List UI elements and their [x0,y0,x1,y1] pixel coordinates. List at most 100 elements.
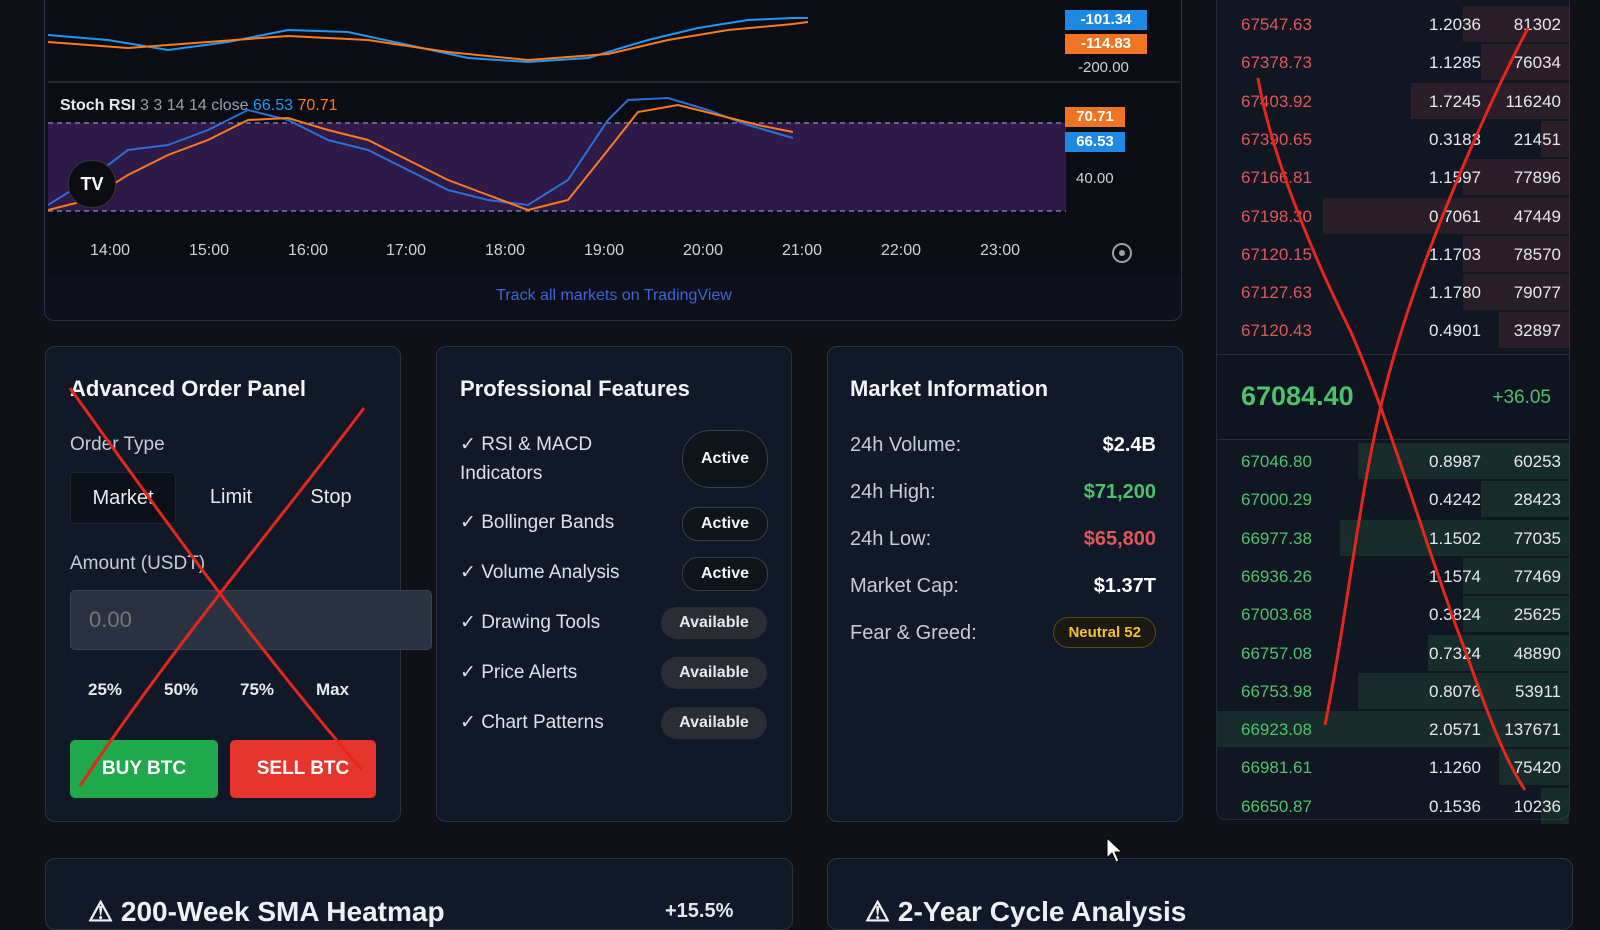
total-cell: 76034 [1513,53,1561,73]
amount-cell: 0.4901 [1429,321,1481,341]
bid-row[interactable]: 66977.38 1.1502 77035 [1217,519,1569,556]
amount-cell: 0.3183 [1429,129,1481,149]
total-cell: 77035 [1513,528,1561,548]
macd-tag-blue: -101.34 [1065,10,1147,30]
feature-chart-patterns: ✓ Chart Patterns [460,712,604,733]
price-cell: 67003.68 [1241,605,1312,625]
sell-btc-button[interactable]: SELL BTC [230,740,376,798]
chart-settings-gear-icon[interactable] [1112,243,1132,263]
order-panel-title: Advanced Order Panel [70,376,306,401]
chart-plot-area[interactable] [48,0,1180,275]
feature-volume: ✓ Volume Analysis [460,562,620,583]
price-cell: 67390.65 [1241,129,1312,149]
time-label: 21:00 [782,242,823,259]
amount-cell: 2.0571 [1429,720,1481,740]
tradingview-logo-icon[interactable]: TV [68,160,116,208]
price-cell: 66981.61 [1241,758,1312,778]
total-cell: 78570 [1513,244,1561,264]
feature-rsi-macd: ✓ RSI & MACD [460,434,593,455]
bid-row[interactable]: 67046.80 0.8987 60253 [1217,443,1569,479]
amount-cell: 1.1502 [1429,528,1481,548]
ask-row[interactable]: 67198.30 0.7061 47449 [1217,197,1569,234]
stoch-band-zone [48,123,1066,211]
order-type-limit-tab[interactable]: Limit [181,472,281,522]
time-label: 18:00 [485,242,526,259]
total-cell: 32897 [1513,321,1561,341]
stoch-tag-blue: 66.53 [1065,132,1125,152]
feature-rsi-macd-status-badge: Active [682,430,768,488]
bid-row[interactable]: 66753.98 0.8076 53911 [1217,672,1569,709]
time-label: 14:00 [90,242,131,259]
total-cell: 116240 [1505,91,1561,111]
feature-alerts-status-badge: Available [661,657,767,689]
market-info-value: $71,200 [1083,481,1156,503]
price-cell: 67120.15 [1241,244,1312,264]
amount-cell: 0.7061 [1429,206,1481,226]
ask-row[interactable]: 67127.63 1.1780 79077 [1217,274,1569,311]
market-info-key: 24h Low: [850,528,932,550]
bid-row[interactable]: 66936.26 1.1574 77469 [1217,557,1569,594]
ask-row[interactable]: 67120.15 1.1703 78570 [1217,235,1569,272]
bid-row[interactable]: 66650.87 0.1536 10236 [1217,787,1569,824]
total-cell: 53911 [1514,681,1561,701]
mouse-cursor-icon [1106,836,1124,863]
percent-50-button[interactable]: 50% [164,680,198,700]
ask-row[interactable]: 67166.81 1.1597 77896 [1217,159,1569,196]
ask-row[interactable]: 67390.65 0.3183 21451 [1217,120,1569,157]
bid-row[interactable]: 67003.68 0.3824 25625 [1217,596,1569,633]
amount-input[interactable] [70,590,432,650]
bid-row[interactable]: 66923.08 2.0571 137671 [1217,711,1569,748]
market-info-low-row: 24h Low: $65,800 [850,528,1156,551]
feature-patterns-status-badge: Available [661,707,767,739]
price-cell: 67000.29 [1241,490,1312,510]
feature-drawing-tools: ✓ Drawing Tools [460,612,601,633]
bid-row[interactable]: 66981.61 1.1260 75420 [1217,749,1569,786]
price-cell: 66923.08 [1241,720,1312,740]
feature-drawing-status-badge: Available [661,607,767,639]
mid-price: 67084.40 [1241,381,1354,411]
ask-row[interactable]: 67547.63 1.2036 81302 [1217,6,1569,42]
percent-75-button[interactable]: 75% [240,680,274,700]
tradingview-link[interactable]: Track all markets on TradingView [0,287,1228,305]
time-label: 19:00 [584,242,625,259]
amount-cell: 1.1574 [1429,566,1481,586]
total-cell: 77896 [1513,168,1561,188]
amount-cell: 0.8987 [1429,452,1481,471]
feature-rsi-macd-line2: Indicators [460,463,543,484]
amount-cell: 1.1597 [1429,168,1481,188]
total-cell: 25625 [1513,605,1561,625]
time-label: 15:00 [189,242,230,259]
amount-label: Amount (USDT) [70,553,206,574]
cycle-analysis-title: ⚠ 2-Year Cycle Analysis [865,896,1187,927]
macd-tag-orange: -114.83 [1065,34,1147,54]
percent-25-button[interactable]: 25% [88,680,122,700]
market-info-title: Market Information [850,376,1049,401]
price-cell: 67166.81 [1241,168,1312,188]
indicator-svg [48,17,1180,212]
order-book-mid: 67084.40 +36.05 [1217,354,1569,440]
ask-row[interactable]: 67378.73 1.1285 76034 [1217,44,1569,81]
total-cell: 60253 [1513,452,1561,471]
features-title: Professional Features [460,376,690,401]
ask-row[interactable]: 67403.92 1.7245 116240 [1217,82,1569,119]
ask-row[interactable]: 67120.43 0.4901 32897 [1217,312,1569,349]
buy-btc-button[interactable]: BUY BTC [70,740,218,798]
sma-heatmap-value: +15.5% [665,900,734,922]
amount-cell: 1.2036 [1429,15,1481,34]
market-info-value: $2.4B [1102,434,1156,456]
feature-price-alerts: ✓ Price Alerts [460,662,578,683]
stoch-axis-label: 40.00 [1076,170,1114,187]
amount-cell: 0.4242 [1429,490,1481,510]
bid-row[interactable]: 66757.08 0.7324 48890 [1217,634,1569,671]
market-info-key: Fear & Greed: [850,622,977,644]
feature-bollinger: ✓ Bollinger Bands [460,512,615,533]
total-cell: 28423 [1513,490,1561,510]
bid-row[interactable]: 67000.29 0.4242 28423 [1217,481,1569,518]
percent-max-button[interactable]: Max [316,680,349,700]
order-type-stop-tab[interactable]: Stop [281,472,381,522]
price-cell: 66977.38 [1241,528,1312,548]
order-type-market-tab[interactable]: Market [70,472,176,524]
total-cell: 81302 [1513,15,1561,34]
stoch-tag-orange: 70.71 [1065,107,1125,127]
stoch-d-value: 70.71 [297,97,338,114]
